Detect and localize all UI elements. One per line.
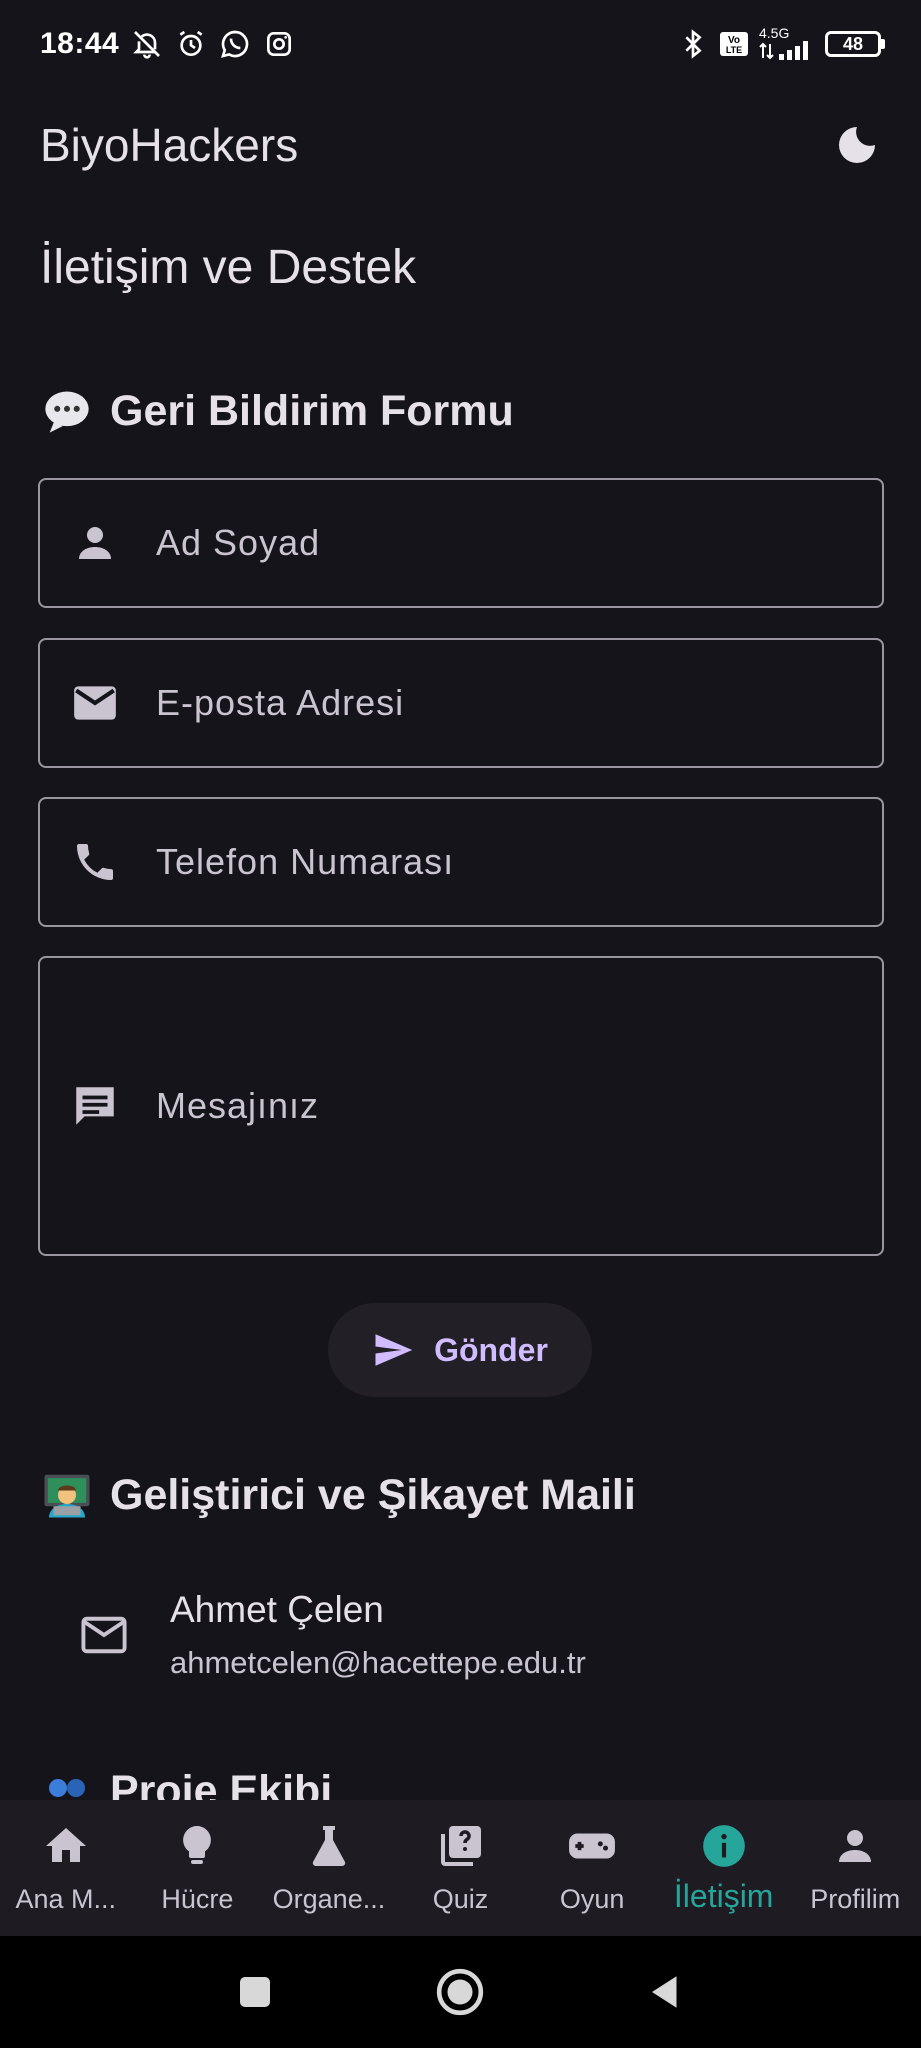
nav-item-cell[interactable]: Hücre bbox=[132, 1800, 264, 1936]
theme-toggle-button[interactable] bbox=[831, 119, 883, 171]
email-input[interactable] bbox=[156, 682, 882, 724]
contact-text: Ahmet Çelen ahmetcelen@hacettepe.edu.tr bbox=[170, 1589, 586, 1681]
flask-icon bbox=[303, 1820, 355, 1872]
status-left: 18:44 bbox=[40, 27, 295, 61]
volte-icon: VoLTE bbox=[720, 32, 748, 56]
nav-label-quiz: Quiz bbox=[432, 1884, 489, 1914]
developer-name: Ahmet Çelen bbox=[170, 1589, 384, 1630]
nav-item-profile[interactable]: Profilim bbox=[789, 1800, 921, 1936]
bottom-navigation: Ana M... Hücre Organe... Quiz Oyun İleti… bbox=[0, 1800, 921, 1936]
home-icon bbox=[40, 1820, 92, 1872]
status-time: 18:44 bbox=[40, 27, 120, 60]
page-title: İletişim ve Destek bbox=[40, 241, 417, 294]
nav-label-organelles: Organe... bbox=[272, 1884, 386, 1914]
info-icon bbox=[698, 1820, 750, 1872]
chat-icon bbox=[68, 1079, 122, 1133]
battery-level: 48 bbox=[825, 31, 881, 57]
status-right: Vo LTE 4.5G 48 bbox=[677, 26, 885, 62]
instagram-icon bbox=[267, 32, 292, 56]
mail-outline-icon bbox=[74, 1605, 134, 1665]
send-button[interactable]: Gönder bbox=[328, 1303, 592, 1397]
nav-item-home[interactable]: Ana M... bbox=[0, 1800, 132, 1936]
bluetooth-icon bbox=[685, 29, 702, 59]
nav-item-contact[interactable]: İletişim bbox=[658, 1800, 790, 1936]
person-icon bbox=[68, 516, 122, 570]
technologist-icon bbox=[40, 1468, 94, 1522]
nav-label-profile: Profilim bbox=[810, 1884, 901, 1914]
notifications-off-icon bbox=[133, 31, 161, 59]
signal-indicator: 4.5G bbox=[759, 26, 815, 62]
mail-icon bbox=[68, 676, 122, 730]
developer-heading: Geliştirici ve Şikayet Maili bbox=[40, 1468, 636, 1522]
system-navigation-bar bbox=[0, 1936, 921, 2048]
team-heading: Proje Ekibi bbox=[40, 1770, 332, 1800]
gamepad-icon bbox=[566, 1820, 618, 1872]
nav-item-quiz[interactable]: Quiz bbox=[395, 1800, 527, 1936]
message-field[interactable] bbox=[38, 956, 884, 1256]
signal-icon bbox=[759, 41, 808, 60]
nav-label-home: Ana M... bbox=[15, 1884, 117, 1914]
app-title: BiyoHackers bbox=[40, 119, 299, 171]
quiz-icon bbox=[435, 1820, 487, 1872]
nav-label-cell: Hücre bbox=[161, 1884, 234, 1914]
name-input[interactable] bbox=[156, 522, 882, 564]
alarm-icon bbox=[179, 30, 203, 56]
team-heading-text: Proje Ekibi bbox=[110, 1770, 333, 1800]
battery-indicator: 48 bbox=[825, 31, 885, 57]
developer-contact-item[interactable]: Ahmet Çelen ahmetcelen@hacettepe.edu.tr bbox=[40, 1570, 880, 1700]
back-button[interactable] bbox=[645, 1971, 687, 2013]
whatsapp-icon bbox=[221, 30, 249, 58]
lightbulb-icon bbox=[171, 1820, 223, 1872]
recents-button[interactable] bbox=[235, 1972, 275, 2012]
nav-label-contact: İletişim bbox=[673, 1878, 774, 1914]
network-type: 4.5G bbox=[759, 25, 790, 41]
developer-heading-text: Geliştirici ve Şikayet Maili bbox=[110, 1470, 636, 1519]
developer-email: ahmetcelen@hacettepe.edu.tr bbox=[170, 1645, 586, 1680]
phone-field[interactable] bbox=[38, 797, 884, 927]
svg-text:LTE: LTE bbox=[726, 45, 742, 55]
person-icon bbox=[829, 1820, 881, 1872]
nav-item-game[interactable]: Oyun bbox=[526, 1800, 658, 1936]
nav-item-organelles[interactable]: Organe... bbox=[263, 1800, 395, 1936]
phone-icon bbox=[68, 835, 122, 889]
feedback-heading: Geri Bildirim Formu bbox=[40, 384, 514, 438]
app-bar: BiyoHackers bbox=[0, 100, 921, 190]
send-button-label: Gönder bbox=[434, 1331, 548, 1368]
email-field[interactable] bbox=[38, 638, 884, 768]
status-bar: 18:44 Vo LTE 4.5G 48 bbox=[0, 0, 921, 88]
send-icon bbox=[375, 1334, 413, 1366]
people-icon bbox=[40, 1770, 94, 1800]
home-button[interactable] bbox=[435, 1967, 485, 2017]
feedback-heading-text: Geri Bildirim Formu bbox=[110, 386, 514, 435]
nav-label-game: Oyun bbox=[559, 1884, 625, 1914]
battery-tip bbox=[881, 39, 885, 49]
phone-input[interactable] bbox=[156, 841, 882, 883]
message-input[interactable] bbox=[156, 1085, 882, 1127]
moon-icon bbox=[839, 127, 875, 163]
name-field[interactable] bbox=[38, 478, 884, 608]
speech-bubble-icon bbox=[40, 384, 94, 438]
